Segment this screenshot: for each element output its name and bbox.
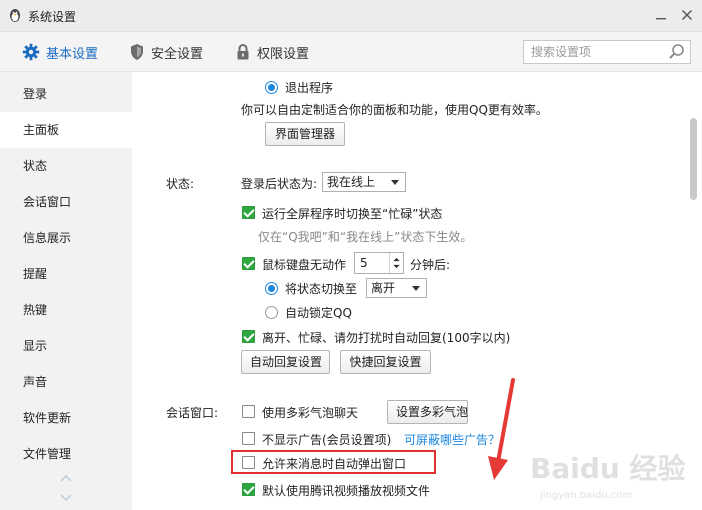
switch-status-label: 将状态切换至 — [285, 282, 358, 296]
baidu-paw-icon: Baidu 经验 jingyan.baidu.com — [530, 452, 686, 501]
close-icon — [682, 10, 692, 20]
tab-security-settings[interactable]: 安全设置 — [129, 32, 203, 72]
status-section-label: 状态: — [166, 177, 195, 191]
gear-icon — [22, 43, 40, 61]
idle-minutes-suffix: 分钟后: — [410, 258, 451, 272]
tencent-video-checkbox[interactable] — [242, 483, 255, 496]
auto-lock-label: 自动锁定QQ — [285, 306, 352, 320]
top-nav: 基本设置 安全设置 权限设置 — [0, 32, 702, 72]
bubble-chat-checkbox[interactable] — [242, 405, 255, 418]
auto-lock-radio[interactable] — [265, 306, 278, 319]
sidebar-item-session-window[interactable]: 会话窗口 — [0, 184, 132, 220]
search-input[interactable] — [524, 41, 662, 63]
sidebar-item-display[interactable]: 显示 — [0, 328, 132, 364]
stepper-arrows-icon[interactable] — [389, 253, 403, 273]
window-title: 系统设置 — [28, 10, 77, 24]
hide-ads-label: 不显示广告(会员设置项) — [262, 433, 392, 447]
sidebar-item-status[interactable]: 状态 — [0, 148, 132, 184]
idle-minutes-value: 5 — [360, 256, 368, 270]
tab-security-settings-label: 安全设置 — [151, 46, 204, 62]
auto-reply-settings-button[interactable]: 自动回复设置 — [241, 350, 330, 374]
bubble-settings-button[interactable]: 设置多彩气泡 — [387, 400, 468, 424]
after-login-status-select[interactable]: 我在线上 — [322, 172, 406, 192]
auto-reply-checkbox[interactable] — [242, 330, 255, 343]
penguin-icon — [10, 9, 20, 22]
sidebar-item-software-update[interactable]: 软件更新 — [0, 400, 132, 436]
quick-reply-settings-button[interactable]: 快捷回复设置 — [340, 350, 431, 374]
hide-ads-checkbox[interactable] — [242, 432, 255, 445]
idle-checkbox[interactable] — [242, 257, 255, 270]
sidebar-item-hotkey[interactable]: 热键 — [0, 292, 132, 328]
scroll-arrows-icon[interactable] — [59, 468, 73, 508]
search-box — [523, 40, 691, 64]
shield-icon — [131, 44, 143, 60]
tab-basic-settings[interactable]: 基本设置 — [22, 32, 98, 72]
baidu-watermark: Baidu 经验 jingyan.baidu.com — [530, 444, 690, 504]
sidebar-item-login[interactable]: 登录 — [0, 76, 132, 112]
search-icon[interactable] — [668, 43, 686, 61]
watermark-subtext: jingyan.baidu.com — [539, 490, 632, 501]
tab-permission-settings-label: 权限设置 — [257, 46, 310, 62]
sidebar-item-reminder[interactable]: 提醒 — [0, 256, 132, 292]
idle-minutes-stepper[interactable]: 5 — [354, 252, 404, 274]
fullscreen-busy-label: 运行全屏程序时切换至“忙碌”状态 — [262, 207, 443, 221]
bubble-chat-label: 使用多彩气泡聊天 — [262, 406, 359, 420]
lock-icon — [237, 44, 249, 60]
title-bar: 系统设置 — [0, 0, 702, 32]
exit-program-label: 退出程序 — [285, 81, 334, 95]
idle-label: 鼠标键盘无动作 — [262, 258, 347, 272]
chevron-down-icon — [412, 286, 420, 291]
auto-reply-label: 离开、忙碌、请勿打扰时自动回复(100字以内) — [262, 331, 511, 345]
watermark-text: Baidu 经验 — [530, 452, 686, 485]
tab-permission-settings[interactable]: 权限设置 — [235, 32, 309, 72]
sidebar-item-file-management[interactable]: 文件管理 — [0, 436, 132, 472]
sidebar-item-info-display[interactable]: 信息展示 — [0, 220, 132, 256]
switch-status-radio[interactable] — [265, 282, 278, 295]
after-login-status-value: 我在线上 — [327, 175, 376, 189]
switch-status-value: 离开 — [371, 281, 396, 295]
highlight-box — [231, 450, 436, 474]
minimize-button[interactable] — [650, 5, 672, 25]
fullscreen-busy-checkbox[interactable] — [242, 206, 255, 219]
session-section-label: 会话窗口: — [166, 406, 219, 420]
interface-manager-button[interactable]: 界面管理器 — [265, 122, 345, 146]
red-arrow-icon — [488, 378, 515, 480]
exit-program-radio[interactable] — [265, 81, 278, 94]
after-login-status-label: 登录后状态为: — [241, 177, 318, 191]
customize-description: 你可以自由定制适合你的面板和功能，使用QQ更有效率。 — [241, 103, 548, 117]
fullscreen-busy-note: 仅在“Q我吧”和“我在线上”状态下生效。 — [258, 230, 473, 244]
close-button[interactable] — [676, 5, 698, 25]
switch-status-select[interactable]: 离开 — [366, 278, 427, 298]
chevron-down-icon — [391, 180, 399, 185]
minimize-icon — [656, 18, 666, 20]
sidebar: 登录 主面板 状态 会话窗口 信息展示 提醒 热键 显示 声音 软件更新 文件管… — [0, 72, 132, 510]
tab-basic-settings-label: 基本设置 — [46, 46, 99, 62]
content-scrollbar[interactable] — [690, 118, 697, 200]
tencent-video-label: 默认使用腾讯视频播放视频文件 — [262, 484, 431, 498]
sidebar-item-main-panel[interactable]: 主面板 — [0, 112, 132, 148]
sidebar-item-sound[interactable]: 声音 — [0, 364, 132, 400]
